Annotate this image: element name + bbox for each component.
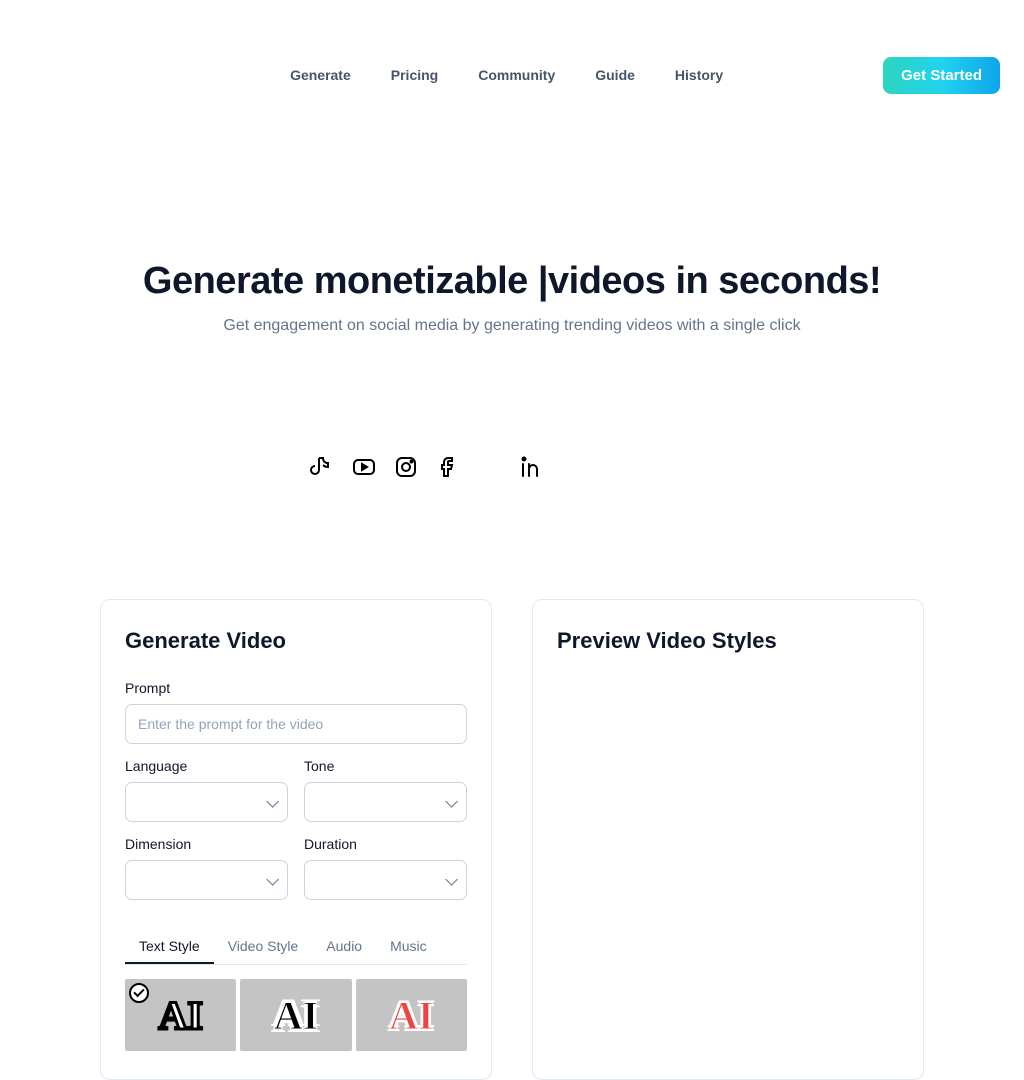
nav-link-guide[interactable]: Guide xyxy=(595,67,635,83)
tab-video-style[interactable]: Video Style xyxy=(214,930,313,964)
generate-video-card: Generate Video Prompt Language Tone Dime… xyxy=(100,599,492,1080)
instagram-icon[interactable] xyxy=(394,455,418,479)
nav-link-generate[interactable]: Generate xyxy=(290,67,351,83)
text-style-thumb-1[interactable]: AI xyxy=(125,979,236,1051)
hero: Generate monetizable |videos in seconds!… xyxy=(0,260,1024,335)
tab-text-style[interactable]: Text Style xyxy=(125,930,214,964)
selected-check-icon xyxy=(129,983,149,1003)
style-sample-text: AI xyxy=(389,992,433,1039)
style-sample-text: AI xyxy=(158,992,202,1039)
nav-link-pricing[interactable]: Pricing xyxy=(391,67,438,83)
hero-title-suffix: videos in seconds! xyxy=(548,260,881,302)
duration-select[interactable] xyxy=(304,860,467,900)
nav-link-community[interactable]: Community xyxy=(478,67,555,83)
language-label: Language xyxy=(125,758,288,774)
prompt-label: Prompt xyxy=(125,680,467,696)
top-nav: Generate Pricing Community Guide History… xyxy=(0,0,1024,130)
social-icons xyxy=(0,455,1024,479)
cards-row: Generate Video Prompt Language Tone Dime… xyxy=(0,599,1024,1080)
generate-title: Generate Video xyxy=(125,628,467,654)
dimension-label: Dimension xyxy=(125,836,288,852)
hero-title: Generate monetizable |videos in seconds! xyxy=(24,260,1000,303)
text-style-thumbnails: AI AI AI xyxy=(125,979,467,1051)
linkedin-icon[interactable] xyxy=(520,455,544,479)
dimension-select[interactable] xyxy=(125,860,288,900)
language-field: Language xyxy=(125,758,288,822)
youtube-icon[interactable] xyxy=(352,455,376,479)
text-style-thumb-3[interactable]: AI xyxy=(356,979,467,1051)
prompt-field: Prompt xyxy=(125,680,467,744)
language-select[interactable] xyxy=(125,782,288,822)
nav-links: Generate Pricing Community Guide History xyxy=(290,67,723,83)
facebook-icon[interactable] xyxy=(436,455,460,479)
preview-title: Preview Video Styles xyxy=(557,628,899,654)
style-sample-text: AI xyxy=(274,992,318,1039)
hero-title-prefix: Generate monetizable | xyxy=(143,260,548,302)
duration-field: Duration xyxy=(304,836,467,900)
text-style-thumb-2[interactable]: AI xyxy=(240,979,351,1051)
tone-select[interactable] xyxy=(304,782,467,822)
tiktok-icon[interactable] xyxy=(310,455,334,479)
tab-audio[interactable]: Audio xyxy=(312,930,376,964)
get-started-button[interactable]: Get Started xyxy=(883,57,1000,94)
style-tabs: Text Style Video Style Audio Music xyxy=(125,930,467,965)
prompt-input[interactable] xyxy=(125,704,467,744)
tab-music[interactable]: Music xyxy=(376,930,441,964)
duration-label: Duration xyxy=(304,836,467,852)
tone-field: Tone xyxy=(304,758,467,822)
preview-card: Preview Video Styles xyxy=(532,599,924,1080)
tone-label: Tone xyxy=(304,758,467,774)
dimension-field: Dimension xyxy=(125,836,288,900)
nav-link-history[interactable]: History xyxy=(675,67,723,83)
hero-subtitle: Get engagement on social media by genera… xyxy=(24,317,1000,335)
